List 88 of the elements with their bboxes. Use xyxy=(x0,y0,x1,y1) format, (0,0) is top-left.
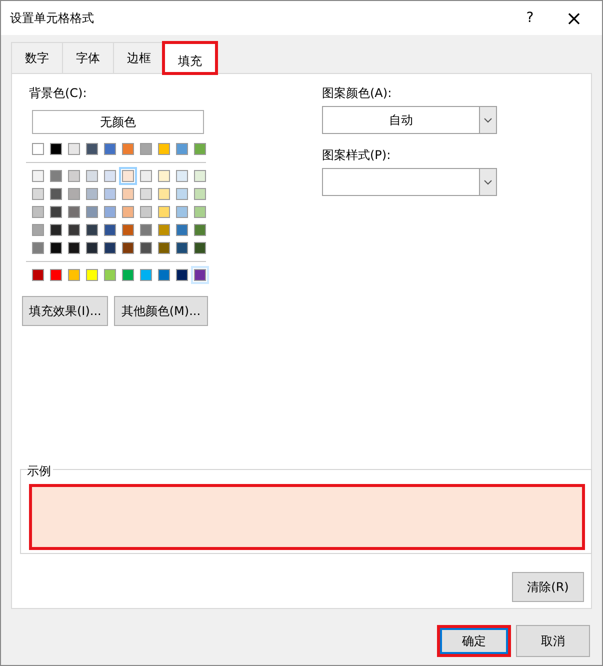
color-swatch[interactable] xyxy=(191,221,209,239)
color-swatch[interactable] xyxy=(29,203,47,221)
color-swatch[interactable] xyxy=(119,167,137,185)
field-label: 背景色(C): xyxy=(29,85,88,102)
color-swatch[interactable] xyxy=(119,221,137,239)
color-swatch[interactable] xyxy=(47,140,65,158)
chevron-down-icon xyxy=(484,118,492,122)
color-swatch[interactable] xyxy=(29,221,47,239)
color-swatch[interactable] xyxy=(101,266,119,284)
color-swatch[interactable] xyxy=(155,221,173,239)
dropdown-field[interactable] xyxy=(322,168,497,196)
color-swatch[interactable] xyxy=(47,203,65,221)
color-swatch[interactable] xyxy=(101,167,119,185)
field-label: 图案样式(P): xyxy=(322,147,392,164)
color-swatch[interactable] xyxy=(119,185,137,203)
color-swatch[interactable] xyxy=(155,185,173,203)
color-swatch[interactable] xyxy=(137,221,155,239)
color-swatch[interactable] xyxy=(173,221,191,239)
color-swatch[interactable] xyxy=(47,239,65,257)
color-swatch[interactable] xyxy=(47,185,65,203)
color-swatch[interactable] xyxy=(119,140,137,158)
color-swatch[interactable] xyxy=(191,239,209,257)
color-swatch[interactable] xyxy=(101,140,119,158)
color-swatch[interactable] xyxy=(155,266,173,284)
no-color-button[interactable]: 无颜色 xyxy=(32,110,204,134)
color-swatch[interactable] xyxy=(65,239,83,257)
color-swatch[interactable] xyxy=(65,140,83,158)
color-swatch[interactable] xyxy=(173,140,191,158)
color-swatch[interactable] xyxy=(191,140,209,158)
color-swatch[interactable] xyxy=(29,266,47,284)
color-swatch[interactable] xyxy=(65,185,83,203)
tab[interactable]: 填充 xyxy=(164,43,216,73)
color-swatch[interactable] xyxy=(137,185,155,203)
color-swatch[interactable] xyxy=(101,185,119,203)
color-swatch[interactable] xyxy=(173,167,191,185)
dialog-button[interactable]: 其他颜色(M)... xyxy=(114,296,208,326)
color-swatch[interactable] xyxy=(119,203,137,221)
color-swatch[interactable] xyxy=(29,167,47,185)
color-swatch[interactable] xyxy=(83,266,101,284)
color-swatch[interactable] xyxy=(173,203,191,221)
dialog-button[interactable]: 确定 xyxy=(437,625,511,657)
color-swatch[interactable] xyxy=(47,266,65,284)
color-swatch[interactable] xyxy=(65,266,83,284)
color-swatch[interactable] xyxy=(65,203,83,221)
color-swatch[interactable] xyxy=(191,266,209,284)
color-swatch[interactable] xyxy=(83,167,101,185)
color-swatch[interactable] xyxy=(101,239,119,257)
color-swatch[interactable] xyxy=(137,203,155,221)
color-swatch[interactable] xyxy=(191,185,209,203)
window-title: 设置单元格格式 xyxy=(10,10,95,27)
color-swatch[interactable] xyxy=(29,140,47,158)
color-swatch[interactable] xyxy=(101,203,119,221)
color-swatch[interactable] xyxy=(29,239,47,257)
color-swatch[interactable] xyxy=(155,140,173,158)
dropdown-field[interactable]: 自动 xyxy=(322,106,497,134)
color-swatch[interactable] xyxy=(191,167,209,185)
color-swatch[interactable] xyxy=(101,221,119,239)
color-swatch[interactable] xyxy=(155,167,173,185)
color-swatch[interactable] xyxy=(173,239,191,257)
color-swatch[interactable] xyxy=(83,185,101,203)
color-swatch[interactable] xyxy=(47,221,65,239)
color-swatch[interactable] xyxy=(119,239,137,257)
color-swatch[interactable] xyxy=(83,140,101,158)
color-swatch[interactable] xyxy=(173,266,191,284)
color-swatch[interactable] xyxy=(83,239,101,257)
color-swatch[interactable] xyxy=(191,203,209,221)
field-label: 图案颜色(A): xyxy=(322,85,393,102)
color-swatch[interactable] xyxy=(29,185,47,203)
chevron-down-icon xyxy=(484,180,492,184)
color-swatch[interactable] xyxy=(83,203,101,221)
clear-button[interactable]: 清除(R) xyxy=(512,572,584,602)
color-swatch[interactable] xyxy=(137,140,155,158)
color-swatch[interactable] xyxy=(65,167,83,185)
color-swatch[interactable] xyxy=(173,185,191,203)
color-swatch[interactable] xyxy=(155,239,173,257)
help-button[interactable]: ? xyxy=(508,8,552,28)
close-button[interactable]: × xyxy=(552,3,596,33)
color-swatch[interactable] xyxy=(83,221,101,239)
color-swatch[interactable] xyxy=(137,167,155,185)
color-swatch[interactable] xyxy=(47,167,65,185)
dialog-button[interactable]: 取消 xyxy=(516,625,590,657)
color-swatch[interactable] xyxy=(137,266,155,284)
color-swatch[interactable] xyxy=(155,203,173,221)
color-swatch[interactable] xyxy=(137,239,155,257)
color-swatch[interactable] xyxy=(65,221,83,239)
dialog-button[interactable]: 填充效果(I)... xyxy=(22,296,108,326)
tab[interactable]: 数字 xyxy=(11,42,63,73)
color-swatch[interactable] xyxy=(119,266,137,284)
